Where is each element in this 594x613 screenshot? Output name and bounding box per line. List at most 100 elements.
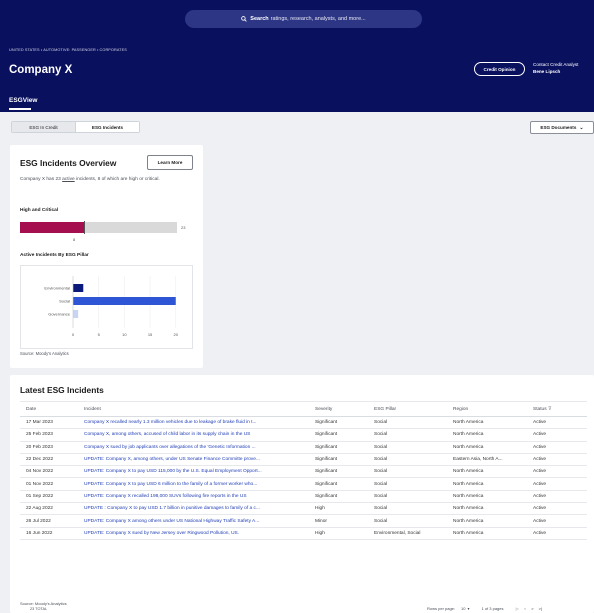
incidents-title: Latest ESG Incidents	[20, 385, 104, 395]
cell-region: North America	[447, 502, 527, 516]
overview-description: Company X has 23 active incidents, 8 of …	[20, 177, 160, 182]
search-label-bold: Search	[250, 16, 269, 22]
pillar-chart: 0 5 10 15 20 Environmental Social Governance	[20, 265, 193, 349]
bar-social[interactable]	[73, 297, 176, 305]
category-label: Social	[59, 298, 70, 303]
table-row: 16 Jun 2022 UPDATE: Company X sued by New…	[20, 527, 587, 540]
tab-esg-in-credit[interactable]: ESG In Credit	[12, 122, 75, 132]
last-page-icon[interactable]: >|	[539, 606, 542, 611]
cell-region: North America	[447, 465, 527, 479]
category-label: Environmental	[44, 285, 70, 290]
cell-status: Active	[527, 428, 587, 442]
cell-status: Active	[527, 453, 587, 467]
rows-per-page-label: Rows per page:	[427, 606, 456, 611]
cell-incident[interactable]: UPDATE: Company X to pay USD 6 million t…	[78, 477, 309, 491]
cell-esg-pillar: Social	[368, 465, 447, 479]
cell-region: North America	[447, 441, 527, 454]
chevron-down-icon: ▾	[467, 606, 470, 611]
credit-opinion-button[interactable]: Credit Opinion	[474, 62, 525, 76]
high-critical-count: 8	[73, 237, 76, 242]
bar-environmental[interactable]	[73, 284, 84, 292]
active-link[interactable]: active	[62, 177, 75, 182]
cell-region: North America	[447, 527, 527, 540]
cell-esg-pillar: Social	[368, 416, 447, 430]
cell-date: 26 Jul 2022	[20, 514, 78, 528]
cell-incident[interactable]: Company X recalled nearly 1.3 million ve…	[78, 416, 309, 430]
rows-per-page-select[interactable]: 10 ▾	[461, 606, 475, 611]
prev-page-icon[interactable]: <	[524, 606, 526, 611]
cell-date: 22 Aug 2022	[20, 502, 78, 516]
tab-esgview[interactable]: ESGView	[9, 97, 37, 104]
esg-documents-label: ESG Documents	[540, 125, 577, 130]
category-label: Governance	[48, 311, 71, 316]
cell-status: Active	[527, 502, 587, 516]
cell-esg-pillar: Social	[368, 477, 447, 491]
cell-status: Active	[527, 416, 587, 430]
contact-label: Contact Credit Analyst	[533, 62, 579, 67]
x-tick-label: 15	[148, 332, 153, 337]
incidents-table: Date Incident Severity ESG Pillar Region…	[20, 401, 587, 540]
cell-severity: Significant	[309, 477, 368, 491]
cell-region: North America	[447, 428, 527, 442]
cell-severity: High	[309, 527, 368, 540]
col-date[interactable]: Date	[20, 401, 78, 417]
search-bar[interactable]: Search ratings, research, analysts, and …	[185, 10, 422, 28]
contact-analyst[interactable]: Contact Credit Analyst Bene Lipsch	[533, 61, 578, 75]
cell-status: Active	[527, 465, 587, 479]
cell-date: 25 Feb 2023	[20, 428, 78, 442]
table-row: 17 Mar 2023 Company X recalled nearly 1.3…	[20, 416, 587, 430]
first-page-icon[interactable]: |<	[516, 606, 519, 611]
cell-region: North America	[447, 490, 527, 504]
high-critical-marker	[84, 221, 85, 234]
cell-incident[interactable]: Company X, among others, accused of chil…	[78, 428, 309, 442]
next-page-icon[interactable]: >	[531, 606, 533, 611]
col-incident[interactable]: Incident	[78, 401, 309, 417]
cell-incident[interactable]: UPDATE: Company X sued by New Jersey ove…	[78, 527, 309, 540]
cell-status: Active	[527, 527, 587, 540]
col-esg-pillar[interactable]: ESG Pillar	[368, 401, 447, 417]
col-region[interactable]: Region	[447, 401, 527, 417]
latest-incidents-card: Latest ESG Incidents Date Incident Sever…	[10, 375, 594, 613]
page-title: Company X	[9, 64, 73, 76]
cell-incident[interactable]: UPDATE: Company X, among others, under U…	[78, 453, 309, 467]
table-row: 22 Aug 2022 UPDATE : Company X to pay USD…	[20, 502, 587, 516]
overview-source: Source: Moody's Analytics	[20, 351, 69, 356]
table-row: 22 Dec 2022 UPDATE: Company X, among othe…	[20, 453, 587, 467]
cell-incident[interactable]: Company X sued by job applicants over al…	[78, 441, 309, 454]
bar-governance[interactable]	[73, 310, 79, 318]
cell-incident[interactable]: UPDATE: Company X to pay USD 115,000 by …	[78, 465, 309, 479]
cell-severity: Significant	[309, 465, 368, 479]
filter-icon[interactable]: ⊽	[548, 407, 552, 412]
table-row: 26 Jul 2022 UPDATE: Company X among other…	[20, 514, 587, 528]
cell-status: Active	[527, 490, 587, 504]
table-row: 25 Feb 2023 Company X, among others, accu…	[20, 428, 587, 442]
table-row: 20 Feb 2023 Company X sued by job applica…	[20, 441, 587, 454]
cell-severity: High	[309, 502, 368, 516]
cell-date: 01 Nov 2022	[20, 477, 78, 491]
cell-incident[interactable]: UPDATE : Company X to pay USD 1.7 billio…	[78, 502, 309, 516]
pillar-chart-svg: 0 5 10 15 20 Environmental Social Governance	[44, 276, 179, 337]
cell-esg-pillar: Social	[368, 428, 447, 442]
contact-name[interactable]: Bene Lipsch	[533, 68, 578, 75]
table-row: 01 Sep 2022 UPDATE: Company X recalled 19…	[20, 490, 587, 504]
cell-severity: Minor	[309, 514, 368, 528]
high-critical-label: High and Critical	[20, 208, 59, 213]
table-header-row: Date Incident Severity ESG Pillar Region…	[20, 401, 587, 417]
pagination: Rows per page: 10 ▾ 1 of 3 pages |< < > >…	[427, 606, 547, 611]
chevron-down-icon: ⌄	[579, 124, 584, 131]
cell-status: Active	[527, 477, 587, 491]
cell-severity: Significant	[309, 453, 368, 467]
cell-incident[interactable]: UPDATE: Company X among others under US …	[78, 514, 309, 528]
learn-more-button[interactable]: Learn More	[147, 155, 193, 170]
high-critical-total: 23	[181, 225, 186, 230]
cell-date: 04 Nov 2022	[20, 465, 78, 479]
cell-severity: Significant	[309, 441, 368, 454]
col-severity[interactable]: Severity	[309, 401, 368, 417]
cell-incident[interactable]: UPDATE: Company X recalled 198,000 SUVs …	[78, 490, 309, 504]
esg-documents-dropdown[interactable]: ESG Documents ⌄	[530, 121, 594, 134]
col-status[interactable]: Status ⊽	[527, 401, 587, 417]
pillar-chart-title: Active Incidents By ESG Pillar	[20, 253, 89, 258]
tab-esg-incidents[interactable]: ESG Incidents	[75, 122, 139, 132]
incidents-source: Source: Moody's Analytics	[20, 601, 67, 606]
x-tick-label: 20	[174, 332, 179, 337]
